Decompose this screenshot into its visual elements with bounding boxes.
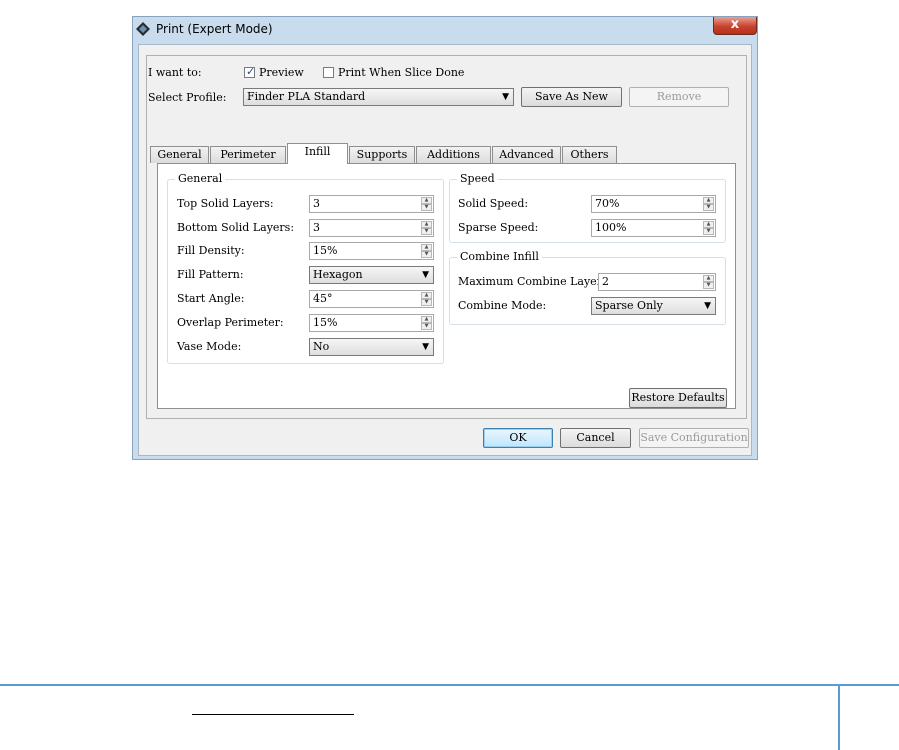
chevron-down-icon: ▼ (422, 342, 429, 352)
tab-additions[interactable]: Additions (416, 146, 491, 163)
spin-down-icon[interactable]: ▼ (421, 204, 432, 211)
preview-checkbox[interactable]: ✓ (244, 65, 256, 78)
spin-down-icon[interactable]: ▼ (421, 251, 432, 258)
profile-select[interactable]: Finder PLA Standard ▼ (243, 88, 514, 106)
overlap-perimeter-value: 15% (313, 316, 338, 329)
spin-up-icon[interactable]: ▲ (421, 197, 432, 204)
restore-defaults-button[interactable]: Restore Defaults (629, 388, 727, 408)
overlap-perimeter-label: Overlap Perimeter: (177, 316, 284, 329)
chevron-down-icon: ▼ (502, 92, 509, 102)
speed-group-legend: Speed (457, 172, 498, 186)
tab-others[interactable]: Others (562, 146, 617, 163)
fill-density-label: Fill Density: (177, 244, 245, 257)
solid-speed-input[interactable]: 70% ▲ ▼ (591, 195, 716, 213)
tab-perimeter[interactable]: Perimeter (210, 146, 286, 163)
save-configuration-button[interactable]: Save Configuration (639, 428, 749, 448)
bottom-solid-layers-input[interactable]: 3 ▲ ▼ (309, 219, 434, 237)
combine-mode-label: Combine Mode: (458, 299, 547, 312)
profile-value: Finder PLA Standard (247, 90, 366, 103)
spin-down-icon[interactable]: ▼ (703, 228, 714, 235)
preview-label: Preview (259, 66, 304, 79)
general-group-legend: General (175, 172, 226, 186)
start-angle-input[interactable]: 45° ▲ ▼ (309, 290, 434, 308)
print-dialog-window: Print (Expert Mode) x I want to: ✓ Previ… (132, 16, 758, 460)
chevron-down-icon: ▼ (422, 270, 429, 280)
combine-mode-value: Sparse Only (595, 299, 663, 312)
top-solid-layers-input[interactable]: 3 ▲ ▼ (309, 195, 434, 213)
select-profile-label: Select Profile: (148, 91, 227, 104)
spin-down-icon[interactable]: ▼ (421, 228, 432, 235)
spin-up-icon[interactable]: ▲ (703, 197, 714, 204)
save-as-new-button[interactable]: Save As New (521, 87, 622, 107)
general-group: General Top Solid Layers: 3 ▲ ▼ Bottom S… (167, 172, 444, 364)
fill-density-input[interactable]: 15% ▲ ▼ (309, 242, 434, 260)
sparse-speed-value: 100% (595, 221, 627, 234)
start-angle-label: Start Angle: (177, 292, 245, 305)
fill-density-value: 15% (313, 244, 338, 257)
speed-group: Speed Solid Speed: 70% ▲ ▼ Sparse Speed:… (449, 172, 726, 243)
close-button[interactable]: x (713, 17, 757, 35)
tab-general[interactable]: General (150, 146, 209, 163)
spin-up-icon[interactable]: ▲ (703, 275, 714, 282)
vase-mode-value: No (313, 340, 330, 353)
chevron-down-icon: ▼ (704, 301, 711, 311)
dialog-client-area: I want to: ✓ Preview Print When Slice Do… (138, 44, 752, 456)
solid-speed-label: Solid Speed: (458, 197, 529, 210)
spin-down-icon[interactable]: ▼ (421, 323, 432, 330)
combine-infill-legend: Combine Infill (457, 250, 542, 264)
max-combine-layers-value: 2 (602, 275, 609, 288)
footer-underline (192, 714, 354, 715)
max-combine-layers-label: Maximum Combine Layers: (458, 275, 612, 288)
footer-rule (0, 684, 899, 686)
spin-down-icon[interactable]: ▼ (703, 282, 714, 289)
fill-pattern-select[interactable]: Hexagon ▼ (309, 266, 434, 284)
tab-advanced[interactable]: Advanced (492, 146, 561, 163)
tab-infill[interactable]: Infill (287, 143, 348, 164)
spin-up-icon[interactable]: ▲ (421, 292, 432, 299)
vase-mode-select[interactable]: No ▼ (309, 338, 434, 356)
remove-button[interactable]: Remove (629, 87, 729, 107)
i-want-to-label: I want to: (148, 66, 202, 79)
cancel-button[interactable]: Cancel (560, 428, 631, 448)
sparse-speed-input[interactable]: 100% ▲ ▼ (591, 219, 716, 237)
combine-infill-group: Combine Infill Maximum Combine Layers: 2… (449, 250, 726, 325)
fill-pattern-value: Hexagon (313, 268, 363, 281)
bottom-solid-layers-value: 3 (313, 221, 320, 234)
top-solid-layers-label: Top Solid Layers: (177, 197, 274, 210)
fill-pattern-label: Fill Pattern: (177, 268, 244, 281)
spin-up-icon[interactable]: ▲ (421, 316, 432, 323)
vase-mode-label: Vase Mode: (177, 340, 242, 353)
solid-speed-value: 70% (595, 197, 620, 210)
spin-up-icon[interactable]: ▲ (703, 221, 714, 228)
footer-divider (838, 686, 840, 750)
max-combine-layers-input[interactable]: 2 ▲ ▼ (598, 273, 716, 291)
spin-down-icon[interactable]: ▼ (703, 204, 714, 211)
ok-button[interactable]: OK (483, 428, 553, 448)
combine-mode-select[interactable]: Sparse Only ▼ (591, 297, 716, 315)
spin-down-icon[interactable]: ▼ (421, 299, 432, 306)
diamond-icon (136, 22, 150, 36)
spin-up-icon[interactable]: ▲ (421, 221, 432, 228)
top-solid-layers-value: 3 (313, 197, 320, 210)
print-when-done-label: Print When Slice Done (338, 66, 465, 79)
settings-frame: I want to: ✓ Preview Print When Slice Do… (146, 55, 747, 419)
bottom-solid-layers-label: Bottom Solid Layers: (177, 221, 295, 234)
close-icon: x (730, 17, 740, 32)
overlap-perimeter-input[interactable]: 15% ▲ ▼ (309, 314, 434, 332)
infill-tab-panel: General Top Solid Layers: 3 ▲ ▼ Bottom S… (157, 163, 736, 409)
check-icon: ✓ (246, 65, 256, 78)
start-angle-value: 45° (313, 292, 333, 305)
print-when-done-checkbox[interactable] (323, 67, 334, 78)
tab-supports[interactable]: Supports (349, 146, 415, 163)
spin-up-icon[interactable]: ▲ (421, 244, 432, 251)
sparse-speed-label: Sparse Speed: (458, 221, 539, 234)
window-title: Print (Expert Mode) (156, 22, 273, 36)
